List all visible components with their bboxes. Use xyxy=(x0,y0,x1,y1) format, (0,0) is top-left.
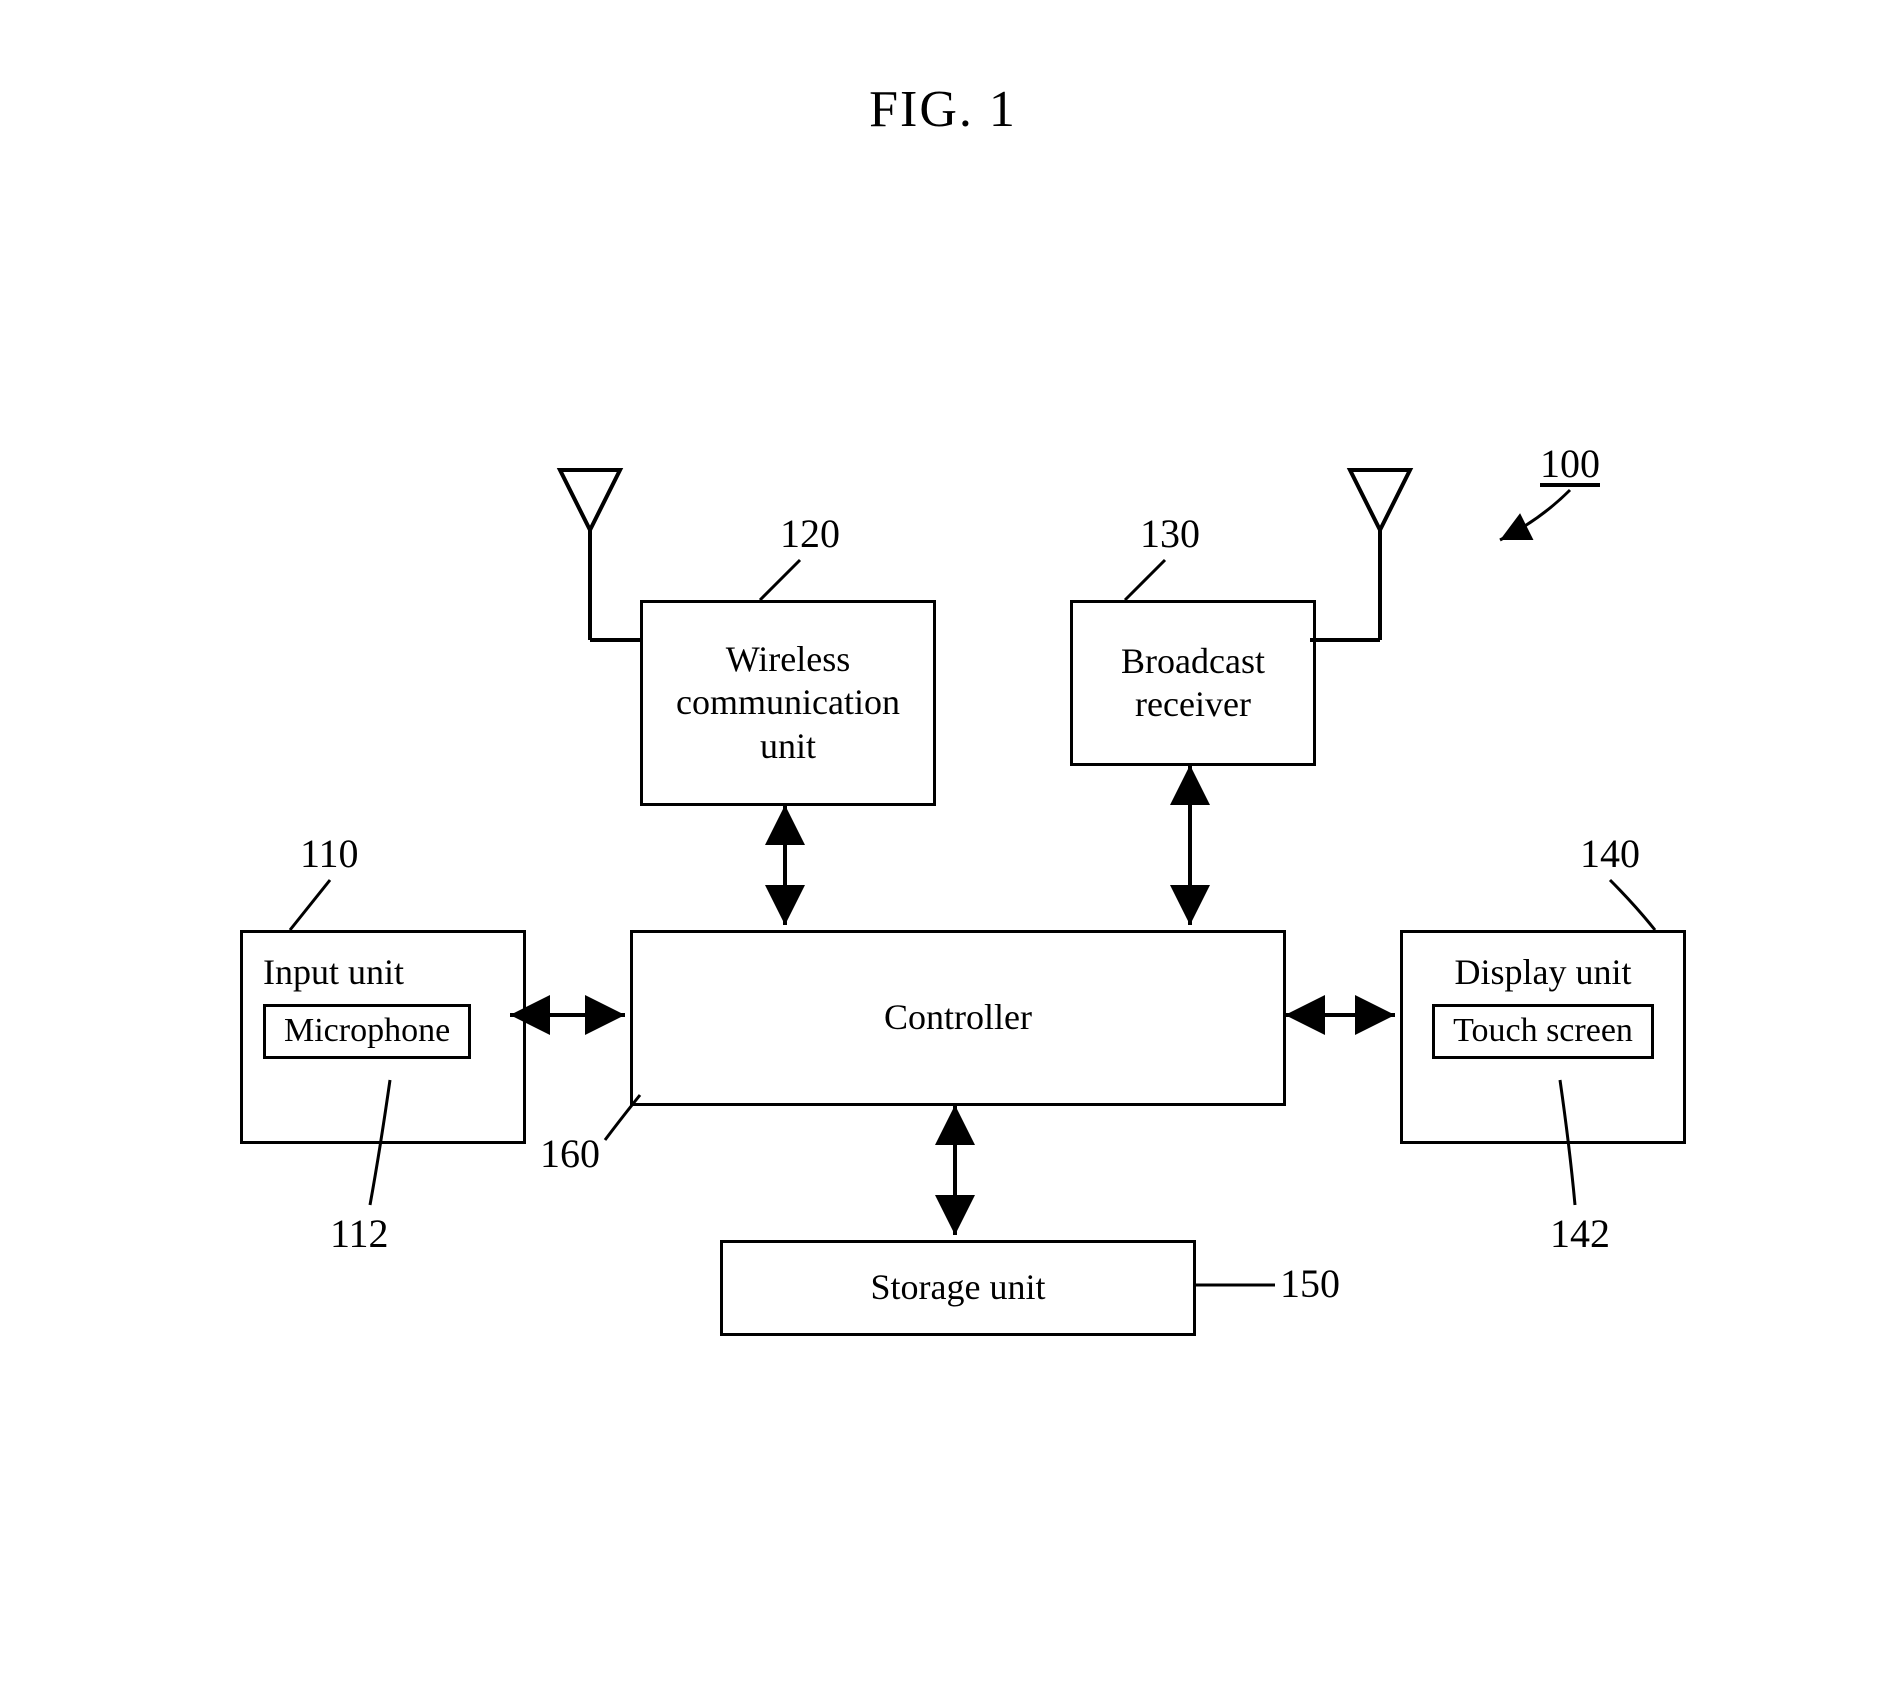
input-unit-label: Input unit xyxy=(263,951,404,994)
wireless-l1: Wireless xyxy=(726,638,851,681)
block-touch-screen: Touch screen xyxy=(1432,1004,1654,1059)
ref-storage: 150 xyxy=(1280,1260,1340,1307)
storage-label: Storage unit xyxy=(871,1266,1046,1309)
ref-display-unit: 140 xyxy=(1580,830,1640,877)
block-microphone: Microphone xyxy=(263,1004,471,1059)
block-input-unit: Input unit Microphone xyxy=(240,930,526,1144)
leader-140 xyxy=(1610,880,1655,930)
controller-label: Controller xyxy=(884,996,1032,1039)
antenna-broadcast-icon xyxy=(1310,470,1410,640)
ref-input-unit: 110 xyxy=(300,830,359,877)
broadcast-l1: Broadcast xyxy=(1121,640,1265,683)
ref-controller: 160 xyxy=(540,1130,600,1177)
block-wireless-unit: Wireless communication unit xyxy=(640,600,936,806)
antenna-wireless-icon xyxy=(560,470,640,640)
block-controller: Controller xyxy=(630,930,1286,1106)
leader-110 xyxy=(290,880,330,930)
leader-100 xyxy=(1500,490,1570,540)
figure-title: FIG. 1 xyxy=(0,80,1886,139)
ref-touch-screen: 142 xyxy=(1550,1210,1610,1257)
leader-130 xyxy=(1125,560,1165,600)
leader-120 xyxy=(760,560,800,600)
ref-system: 100 xyxy=(1540,440,1600,487)
display-unit-label: Display unit xyxy=(1455,951,1632,994)
broadcast-l2: receiver xyxy=(1135,683,1251,726)
block-broadcast-receiver: Broadcast receiver xyxy=(1070,600,1316,766)
block-display-unit: Display unit Touch screen xyxy=(1400,930,1686,1144)
wireless-l3: unit xyxy=(760,725,816,768)
ref-microphone: 112 xyxy=(330,1210,389,1257)
ref-broadcast: 130 xyxy=(1140,510,1200,557)
block-storage-unit: Storage unit xyxy=(720,1240,1196,1336)
wireless-l2: communication xyxy=(676,681,900,724)
ref-wireless: 120 xyxy=(780,510,840,557)
